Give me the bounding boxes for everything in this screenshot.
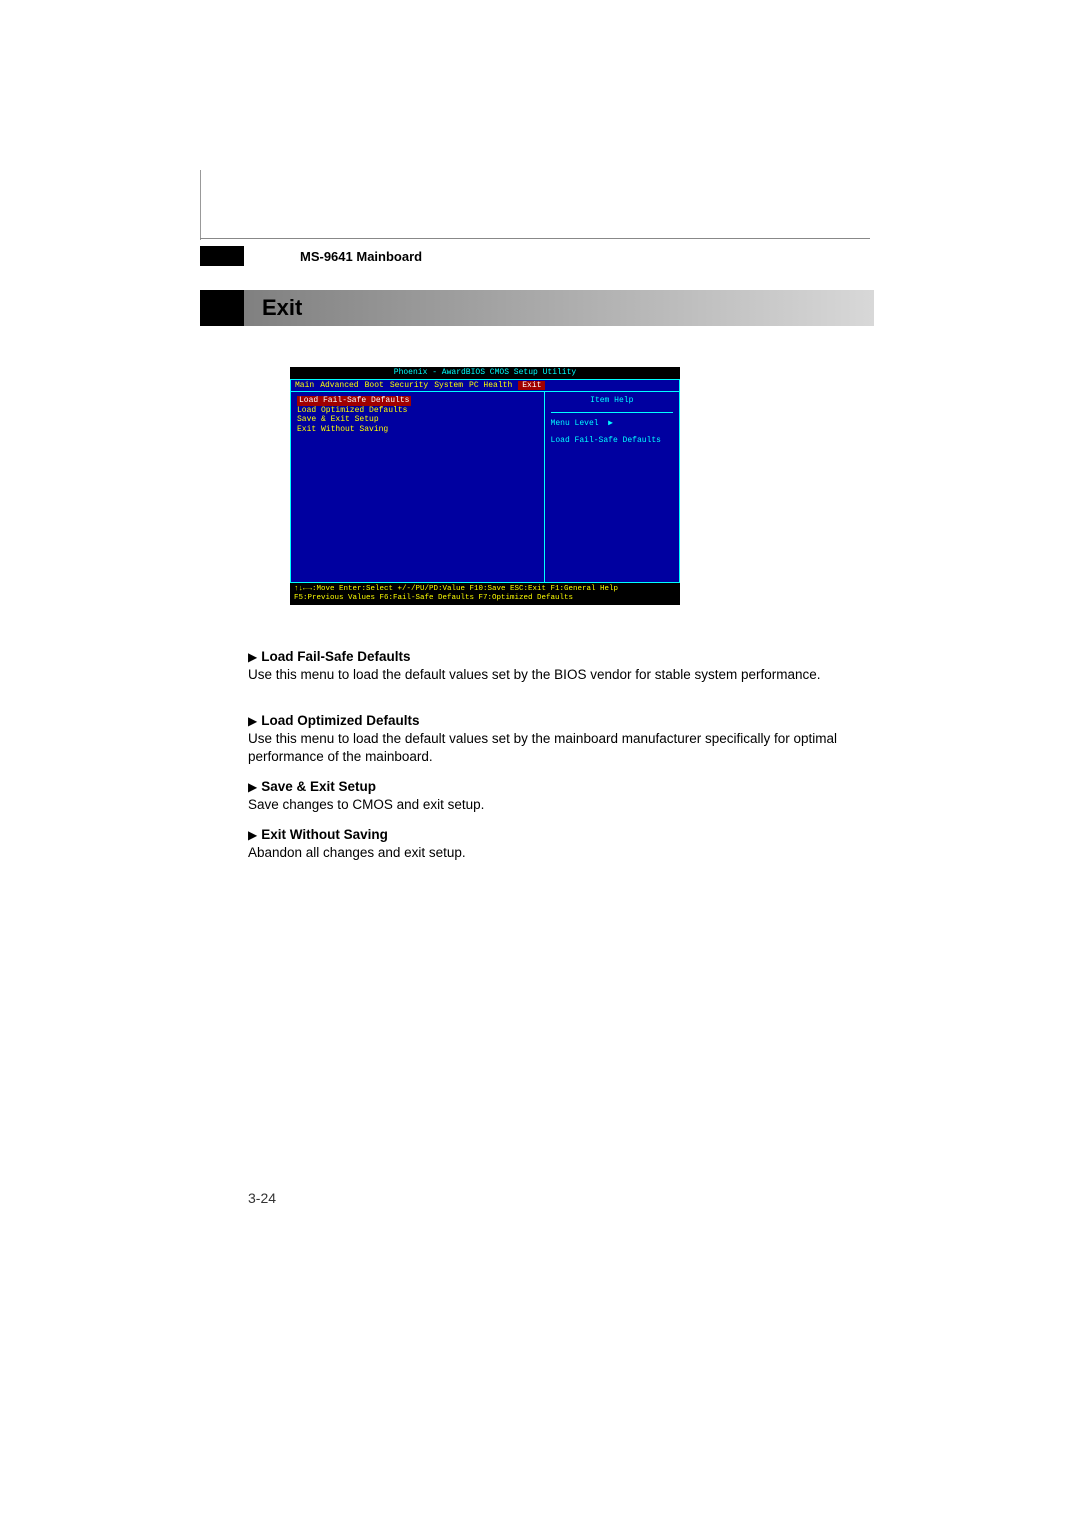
bios-item-help-label: Item Help [551,396,673,406]
desc-body-0: Use this menu to load the default values… [248,667,821,682]
header-accent-block [200,246,244,266]
section-title-bar: Exit [244,290,874,326]
desc-body-2: Save changes to CMOS and exit setup. [248,797,484,812]
section-accent-block [200,290,244,326]
bios-tab-advanced[interactable]: Advanced [320,381,358,391]
bios-tab-main[interactable]: Main [295,381,314,391]
bios-frame: Main Advanced Boot Security System PC He… [290,379,680,584]
triangle-icon: ▶ [248,714,257,728]
bios-left-pane: Load Fail-Safe Defaults Load Optimized D… [291,392,545,582]
bios-menu-level-text: Menu Level [551,419,599,428]
desc-heading-2: Save & Exit Setup [261,779,376,794]
bios-menubar: Main Advanced Boot Security System PC He… [291,380,679,393]
bios-body: Load Fail-Safe Defaults Load Optimized D… [291,392,679,582]
bios-right-pane: Item Help Menu Level ▶ Load Fail-Safe De… [545,392,679,582]
bios-help-text: Load Fail-Safe Defaults [551,436,673,446]
desc-heading-1: Load Optimized Defaults [261,713,419,728]
triangle-icon: ▶ [248,780,257,794]
bios-tab-pchealth[interactable]: PC Health [469,381,512,391]
product-header: MS-9641 Mainboard [300,249,422,264]
bios-menu-level: Menu Level ▶ [551,419,673,429]
bios-footer: ↑↓←→:Move Enter:Select +/-/PU/PD:Value F… [290,583,680,605]
triangle-icon: ▶ [248,650,257,664]
top-divider [200,238,870,239]
bios-screenshot: Phoenix - AwardBIOS CMOS Setup Utility M… [290,367,680,605]
bios-title: Phoenix - AwardBIOS CMOS Setup Utility [290,367,680,379]
desc-heading-3: Exit Without Saving [261,827,388,842]
bios-item-load-optimized[interactable]: Load Optimized Defaults [297,406,538,416]
bios-tab-exit[interactable]: Exit [518,381,545,391]
bios-item-load-failsafe[interactable]: Load Fail-Safe Defaults [297,396,411,406]
section-title: Exit [244,295,302,321]
vertical-rule [200,170,201,240]
triangle-icon: ▶ [248,828,257,842]
bios-footer-line2: F5:Previous Values F6:Fail-Safe Defaults… [294,594,676,603]
desc-load-failsafe: ▶ Load Fail-Safe Defaults Use this menu t… [248,648,868,684]
desc-exit-nosave: ▶ Exit Without Saving Abandon all changes… [248,826,868,862]
desc-body-3: Abandon all changes and exit setup. [248,845,466,860]
bios-tab-security[interactable]: Security [390,381,428,391]
bios-right-divider [551,412,673,413]
desc-save-exit: ▶ Save & Exit Setup Save changes to CMOS … [248,778,868,814]
bios-item-save-exit[interactable]: Save & Exit Setup [297,415,538,425]
desc-body-1: Use this menu to load the default values… [248,731,837,764]
bios-tab-system[interactable]: System [434,381,463,391]
page-number: 3-24 [248,1190,276,1206]
bios-tab-boot[interactable]: Boot [365,381,384,391]
desc-heading-0: Load Fail-Safe Defaults [261,649,410,664]
bios-footer-line1: ↑↓←→:Move Enter:Select +/-/PU/PD:Value F… [294,585,676,594]
bios-item-exit-nosave[interactable]: Exit Without Saving [297,425,538,435]
desc-load-optimized: ▶ Load Optimized Defaults Use this menu t… [248,712,868,767]
